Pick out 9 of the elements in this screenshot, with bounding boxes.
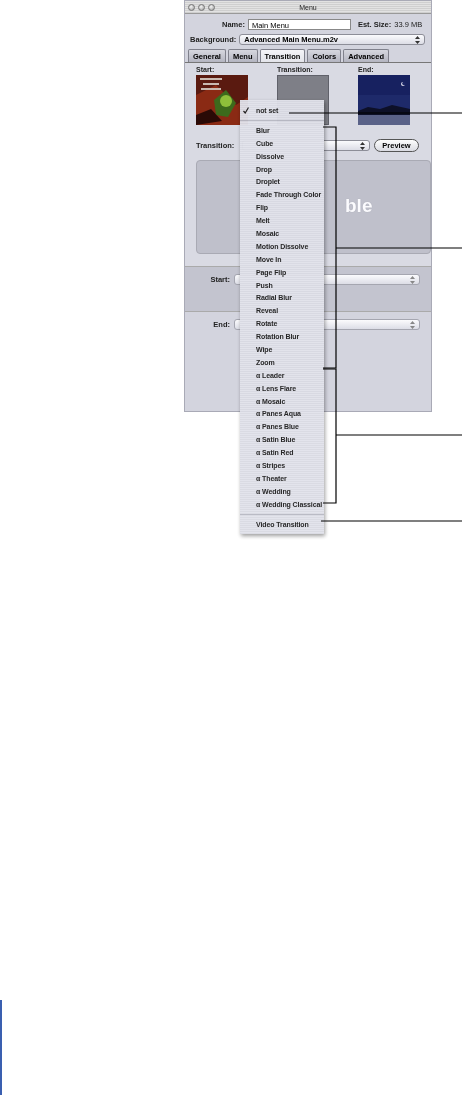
- stepper-arrows-icon: [360, 141, 366, 150]
- close-button[interactable]: [188, 3, 195, 11]
- preview-text: ble: [345, 195, 373, 217]
- zoom-button[interactable]: [208, 3, 215, 11]
- stepper-arrows-icon: [410, 275, 415, 284]
- checkmark-icon: [243, 106, 249, 114]
- minimize-button[interactable]: [198, 3, 205, 11]
- stepper-arrows-icon: [410, 320, 415, 329]
- stepper-arrows-icon: [415, 35, 421, 44]
